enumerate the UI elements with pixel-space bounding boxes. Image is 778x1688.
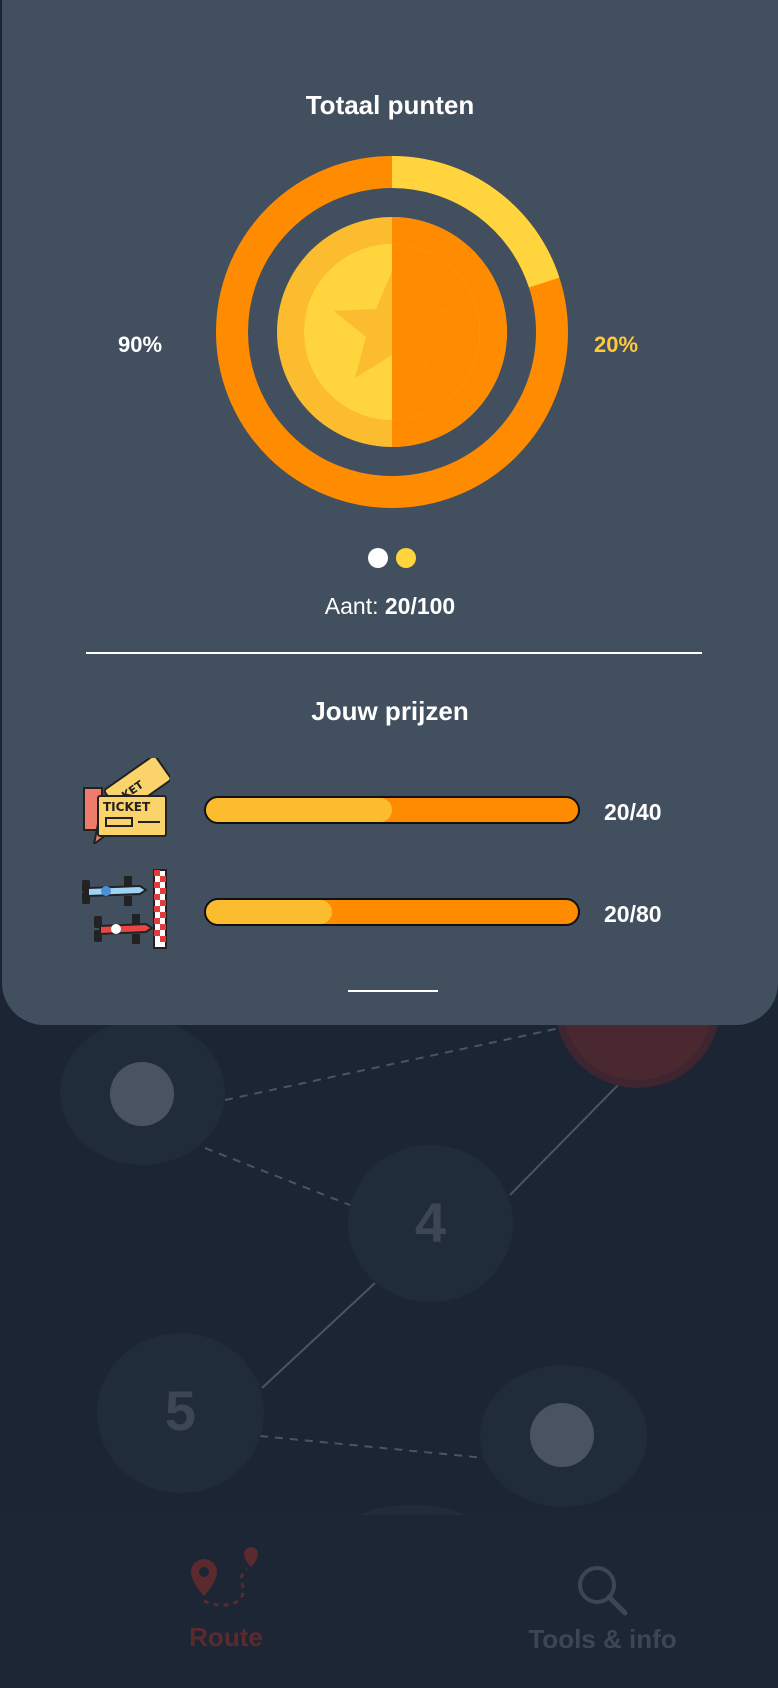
star-coin-icon	[530, 1403, 594, 1467]
star-coin-icon	[110, 1062, 174, 1126]
left-percentage: 90%	[118, 332, 163, 357]
page-dot-2[interactable]	[396, 548, 416, 568]
divider	[86, 652, 702, 654]
tab-bar: Route Tools & info	[0, 1515, 778, 1688]
right-percentage: 20%	[594, 332, 639, 357]
route-node-number: 5	[164, 1379, 197, 1442]
route-node-5[interactable]: 5	[97, 1333, 264, 1493]
prize-progress-bar	[204, 796, 580, 824]
prize-progress-text: 20/40	[604, 799, 662, 825]
prize-progress-fill	[206, 798, 392, 822]
tab-tools-info-label: Tools & info	[528, 1624, 677, 1654]
prize-progress-fill	[206, 900, 333, 924]
prize-progress-bar	[204, 898, 580, 926]
tab-route-label: Route	[189, 1622, 263, 1652]
count-value: 20/100	[384, 593, 456, 619]
route-node-star[interactable]	[60, 1020, 225, 1165]
route-node-star[interactable]	[480, 1365, 647, 1507]
points-panel: Totaal punten 90% 20% Aant: 20/100 Jouw …	[2, 0, 778, 1025]
points-count: Aant: 20/100	[2, 593, 778, 620]
page-dot-1[interactable]	[368, 548, 388, 568]
tab-route[interactable]: Route	[170, 1545, 282, 1653]
count-label: Aant:	[324, 593, 379, 619]
tab-tools-info[interactable]: Tools & info	[515, 1563, 690, 1655]
prize-progress-text: 20/80	[604, 901, 662, 927]
prizes-title: Jouw prijzen	[311, 696, 469, 726]
route-icon	[191, 1547, 258, 1607]
search-icon	[577, 1566, 627, 1616]
panel-drag-handle[interactable]	[348, 990, 438, 992]
total-points-title: Totaal punten	[305, 90, 475, 120]
tickets-icon: KET TICKET	[83, 758, 170, 844]
race-cars-icon	[82, 869, 167, 949]
star-coin-icon	[277, 217, 507, 447]
points-ring-chart	[216, 156, 568, 508]
svg-text:TICKET: TICKET	[103, 800, 151, 814]
route-node-number: 4	[414, 1191, 447, 1254]
route-node-4[interactable]: 4	[348, 1145, 513, 1302]
